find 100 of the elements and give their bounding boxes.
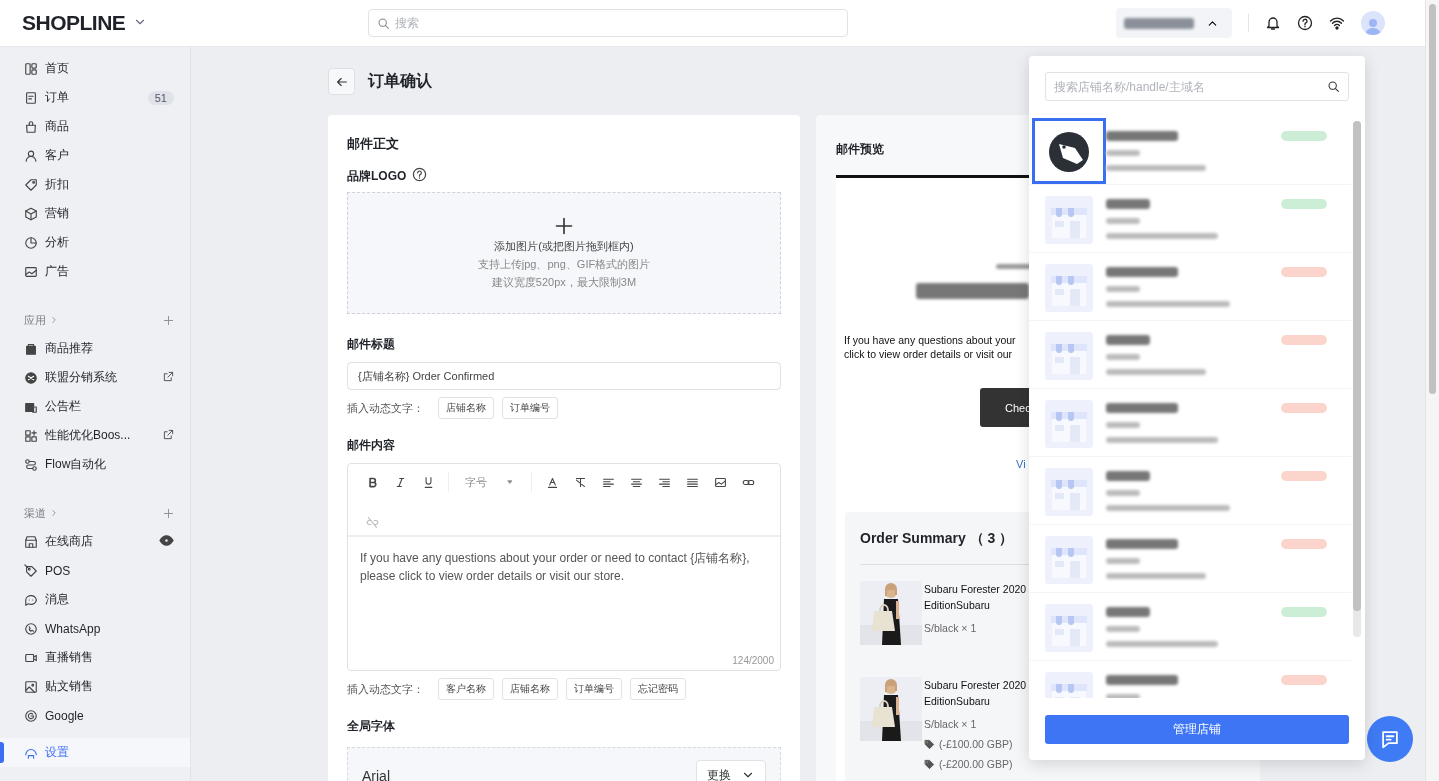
upload-hint: 建议宽度520px，最大限制3M xyxy=(491,275,637,290)
scrollbar-thumb[interactable] xyxy=(1353,121,1361,611)
blocks-icon xyxy=(24,428,38,443)
product-name: Subaru Forester 2020 EditionSubaru xyxy=(924,678,1027,709)
card-title: 邮件预览 xyxy=(836,141,884,158)
product-name: Subaru Forester 2020 EditionSubaru xyxy=(924,582,1027,613)
blurred-text xyxy=(1106,626,1140,632)
photo-icon xyxy=(24,679,38,694)
pie-chart-icon xyxy=(24,235,38,250)
tag-icon xyxy=(24,177,38,192)
sidebar-item[interactable]: POS xyxy=(0,556,190,585)
change-font-button[interactable]: 更换 xyxy=(696,760,766,781)
variable-tag[interactable]: 店铺名称 xyxy=(438,397,494,419)
variable-tag[interactable]: 订单编号 xyxy=(566,678,622,700)
avatar-icon[interactable] xyxy=(1361,11,1386,35)
font-size-select[interactable]: 字号 xyxy=(455,472,525,492)
sidebar-item[interactable]: 商品 xyxy=(0,112,190,141)
store-item[interactable] xyxy=(1029,117,1351,185)
back-button[interactable] xyxy=(328,68,355,95)
insert-label: 插入动态文字： xyxy=(347,400,424,416)
phone-icon xyxy=(24,621,38,636)
caret-icon xyxy=(505,477,515,487)
plus-icon xyxy=(163,507,174,519)
sidebar-item[interactable]: 设置 xyxy=(0,738,190,767)
brand-logo[interactable]: SHOPLINE xyxy=(22,11,126,35)
blurred-text xyxy=(1106,422,1140,428)
discount-text: (-£200.00 GBP) xyxy=(939,757,1013,772)
field-label: 邮件标题 xyxy=(347,336,395,353)
blurred-text xyxy=(1106,558,1140,564)
sidebar-item[interactable]: 分析 xyxy=(0,228,190,257)
store-selector[interactable] xyxy=(1116,8,1233,38)
font-color-icon xyxy=(545,475,559,489)
tag-icon xyxy=(924,738,935,750)
page-title: 订单确认 xyxy=(368,71,432,91)
sidebar-item[interactable]: 商品推荐 xyxy=(0,334,190,363)
sidebar-item[interactable]: 广告 xyxy=(0,257,190,286)
bell-icon xyxy=(1265,15,1282,31)
store-search-field[interactable]: 搜索店铺名称/handle/主域名 xyxy=(1045,72,1349,101)
external-link-icon xyxy=(163,428,174,440)
blurred-text xyxy=(1106,675,1178,685)
sidebar-item[interactable]: Google xyxy=(0,701,190,730)
variable-tag[interactable]: 店铺名称 xyxy=(502,678,558,700)
sidebar-item[interactable]: 联盟分销系统 xyxy=(0,363,190,392)
summary-title: Order Summary （ 3 ） xyxy=(860,530,1014,548)
document-icon xyxy=(24,90,38,105)
unlink-icon xyxy=(365,515,379,529)
blurred-text xyxy=(1106,471,1150,481)
external-link-icon xyxy=(163,370,174,382)
blurred-text xyxy=(1106,539,1178,549)
rich-text-editor[interactable]: 字号 If you have any questions about your order or need to contact {店铺名称}, please click to view order details or visit our store. 124/2000 xyxy=(347,463,781,671)
sidebar-item[interactable]: 客户 xyxy=(0,141,190,170)
discount-text: (-£100.00 GBP) xyxy=(939,737,1013,752)
upload-title: 添加图片(或把图片拖到框内) xyxy=(494,239,634,254)
sidebar-item[interactable]: 直播销售 xyxy=(0,643,190,672)
sidebar-item[interactable]: 订单 51 xyxy=(0,83,190,112)
variable-tag[interactable]: 订单编号 xyxy=(502,397,558,419)
box-icon xyxy=(24,341,38,356)
plus-icon xyxy=(163,314,174,326)
sidebar-item[interactable]: 在线商店 xyxy=(0,527,190,556)
email-text: If you have any questions about your click to view order details or visit our xyxy=(844,333,1016,361)
variable-tag[interactable]: 忘记密码 xyxy=(630,678,686,700)
storefront-icon xyxy=(1045,536,1093,584)
blurred-text xyxy=(1106,218,1140,224)
cube-icon xyxy=(24,206,38,221)
sidebar-item[interactable]: WhatsApp xyxy=(0,614,190,643)
product-variant: S/black × 1 xyxy=(924,717,978,732)
character-counter: 124/2000 xyxy=(731,655,775,668)
font-name: Arial xyxy=(362,768,390,781)
section-title[interactable]: 应用 xyxy=(24,312,46,328)
product-variant: S/black × 1 xyxy=(924,621,978,636)
blurred-text xyxy=(1106,131,1178,141)
sidebar-item[interactable]: 性能优化Boos... xyxy=(0,421,190,450)
sidebar-item[interactable]: 营销 xyxy=(0,199,190,228)
email-link[interactable]: Vi xyxy=(1016,458,1028,470)
scrollbar-thumb[interactable] xyxy=(1429,4,1436,394)
upload-hint: 支持上传jpg、png、GIF格式的图片 xyxy=(477,257,651,272)
sidebar-item[interactable]: 折扣 xyxy=(0,170,190,199)
blurred-text xyxy=(1106,199,1150,209)
blurred-text xyxy=(1106,607,1150,617)
subject-field[interactable]: {店铺名称} Order Confirmed xyxy=(347,362,781,390)
chat-button[interactable] xyxy=(1367,716,1413,762)
sidebar-item[interactable]: 贴文销售 xyxy=(0,672,190,701)
image-icon xyxy=(24,264,38,279)
sidebar-item[interactable]: 首页 xyxy=(0,54,190,83)
variable-tag[interactable]: 客户名称 xyxy=(438,678,494,700)
manage-stores-button[interactable]: 管理店铺 xyxy=(1045,714,1349,744)
sidebar-item[interactable]: 公告栏 xyxy=(0,392,190,421)
field-label: 全局字体 xyxy=(347,718,395,735)
field-label: 邮件内容 xyxy=(347,437,395,454)
store-search-input[interactable]: 搜索店铺名称/handle/主域名 xyxy=(1054,73,1327,100)
chevron-right-icon xyxy=(49,508,59,518)
wifi-icon xyxy=(1329,15,1346,31)
insert-label: 插入动态文字： xyxy=(347,681,424,697)
grid-icon xyxy=(24,61,38,76)
section-title[interactable]: 渠道 xyxy=(24,505,46,521)
help-icon xyxy=(1297,15,1314,31)
sidebar-item[interactable]: 消息 xyxy=(0,585,190,614)
chat-bubble-icon xyxy=(24,592,38,607)
upload-area[interactable]: 添加图片(或把图片拖到框内) 支持上传jpg、png、GIF格式的图片 建议宽度520px，最大限制3M xyxy=(347,192,781,314)
sidebar-item[interactable]: Flow自动化 xyxy=(0,450,190,479)
